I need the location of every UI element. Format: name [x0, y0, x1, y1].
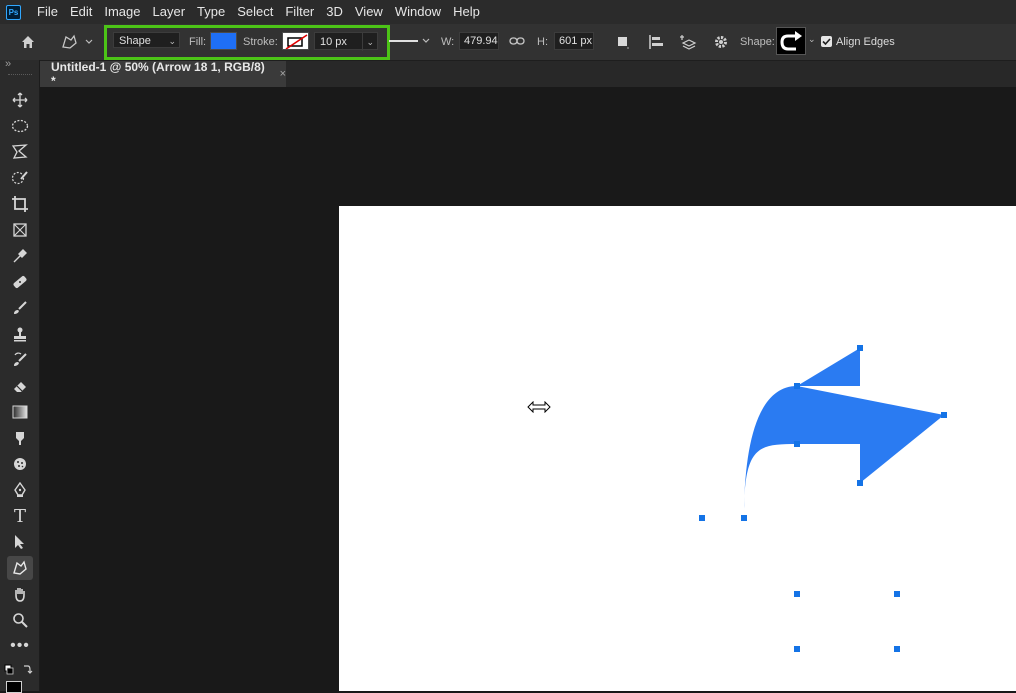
path-operations-icon[interactable]: [612, 32, 634, 52]
brush-tool-icon[interactable]: [7, 296, 33, 320]
menu-3d[interactable]: 3D: [320, 0, 349, 24]
resize-cursor-icon: [527, 400, 551, 414]
menu-edit[interactable]: Edit: [64, 0, 98, 24]
canvas-area[interactable]: [40, 87, 1016, 691]
menu-select[interactable]: Select: [231, 0, 279, 24]
u-turn-arrow-icon: [780, 31, 802, 51]
width-field[interactable]: 479.94 p: [459, 32, 499, 50]
height-field[interactable]: 601 px: [554, 32, 594, 50]
shape-label: Shape:: [740, 36, 775, 48]
path-alignment-icon[interactable]: [645, 32, 667, 52]
height-label: H:: [537, 36, 548, 48]
collapse-panel-icon[interactable]: »: [5, 58, 11, 70]
stroke-label: Stroke:: [243, 36, 278, 48]
link-icon[interactable]: [508, 32, 526, 50]
sponge-tool-icon[interactable]: [7, 452, 33, 476]
menu-layer[interactable]: Layer: [147, 0, 192, 24]
tool-preset-icon[interactable]: [58, 32, 94, 52]
stroke-width-value: 10 px: [320, 36, 347, 48]
chevron-down-icon: ⌄: [168, 36, 176, 46]
document-canvas[interactable]: [339, 206, 1016, 691]
foreground-color-swatch[interactable]: [6, 681, 22, 693]
chevron-down-icon: ⌄: [808, 34, 816, 44]
eraser-tool-icon[interactable]: [7, 374, 33, 398]
frame-tool-icon[interactable]: [7, 218, 33, 242]
clone-stamp-icon[interactable]: [7, 322, 33, 346]
move-tool-icon[interactable]: [7, 88, 33, 112]
gear-icon[interactable]: [710, 32, 732, 52]
toolbar-grip: [8, 74, 32, 77]
menu-bar: Ps File Edit Image Layer Type Select Fil…: [0, 0, 1016, 24]
swap-colors-icon[interactable]: [4, 663, 36, 677]
quick-select-tool-icon[interactable]: [7, 166, 33, 190]
menu-type[interactable]: Type: [191, 0, 231, 24]
align-edges-checkbox[interactable]: [821, 36, 832, 47]
document-tab[interactable]: Untitled-1 @ 50% (Arrow 18 1, RGB/8) * ×: [40, 60, 286, 88]
type-tool-icon[interactable]: T: [7, 504, 33, 528]
tools-panel: » T •••: [0, 58, 40, 693]
no-color-icon: [285, 34, 308, 49]
zoom-tool-icon[interactable]: [7, 608, 33, 632]
path-select-tool-icon[interactable]: [7, 530, 33, 554]
align-edges-label: Align Edges: [836, 36, 895, 48]
lasso-tool-icon[interactable]: [7, 140, 33, 164]
width-label: W:: [441, 36, 455, 48]
u-turn-arrow-shape[interactable]: [702, 348, 944, 649]
stroke-color-swatch[interactable]: [282, 32, 309, 50]
document-tab-bar: Untitled-1 @ 50% (Arrow 18 1, RGB/8) * ×: [40, 60, 1016, 88]
crop-tool-icon[interactable]: [7, 192, 33, 216]
arrow-shape-layer[interactable]: [339, 206, 1016, 691]
eyedropper-tool-icon[interactable]: [7, 244, 33, 268]
checkmark-icon: [822, 38, 831, 46]
smudge-tool-icon[interactable]: [7, 426, 33, 450]
stroke-width-field[interactable]: 10 px ⌄: [314, 32, 378, 51]
menu-view[interactable]: View: [349, 0, 389, 24]
menu-filter[interactable]: Filter: [279, 0, 320, 24]
history-brush-icon[interactable]: [7, 348, 33, 372]
menu-file[interactable]: File: [31, 0, 64, 24]
stroke-type-dropdown[interactable]: [388, 32, 432, 50]
fill-label: Fill:: [189, 36, 207, 48]
close-icon[interactable]: ×: [280, 68, 286, 80]
more-tools-icon[interactable]: •••: [7, 634, 33, 658]
pen-tool-icon[interactable]: [7, 478, 33, 502]
shape-mode-dropdown[interactable]: Shape ⌄: [113, 32, 180, 48]
options-bar: Shape ⌄ Fill: Stroke: 10 px ⌄ W: 479.94 …: [0, 24, 1016, 61]
shape-mode-value: Shape: [119, 35, 151, 47]
fill-color-swatch[interactable]: [210, 32, 237, 50]
gradient-tool-icon[interactable]: [7, 400, 33, 424]
document-tab-title: Untitled-1 @ 50% (Arrow 18 1, RGB/8) *: [51, 60, 265, 88]
hand-tool-icon[interactable]: [7, 582, 33, 606]
menu-image[interactable]: Image: [98, 0, 146, 24]
photoshop-logo: Ps: [6, 4, 21, 20]
custom-shape-tool-icon[interactable]: [7, 556, 33, 580]
shape-thumbnail: [776, 27, 806, 55]
shape-picker[interactable]: ⌄: [776, 27, 818, 55]
chevron-down-icon: ⌄: [362, 33, 374, 51]
home-icon[interactable]: [18, 32, 38, 52]
anchor-points: [699, 345, 947, 652]
menu-help[interactable]: Help: [447, 0, 486, 24]
healing-brush-icon[interactable]: [7, 270, 33, 294]
path-arrangement-icon[interactable]: [677, 32, 699, 52]
marquee-tool-icon[interactable]: [7, 114, 33, 138]
menu-window[interactable]: Window: [389, 0, 447, 24]
